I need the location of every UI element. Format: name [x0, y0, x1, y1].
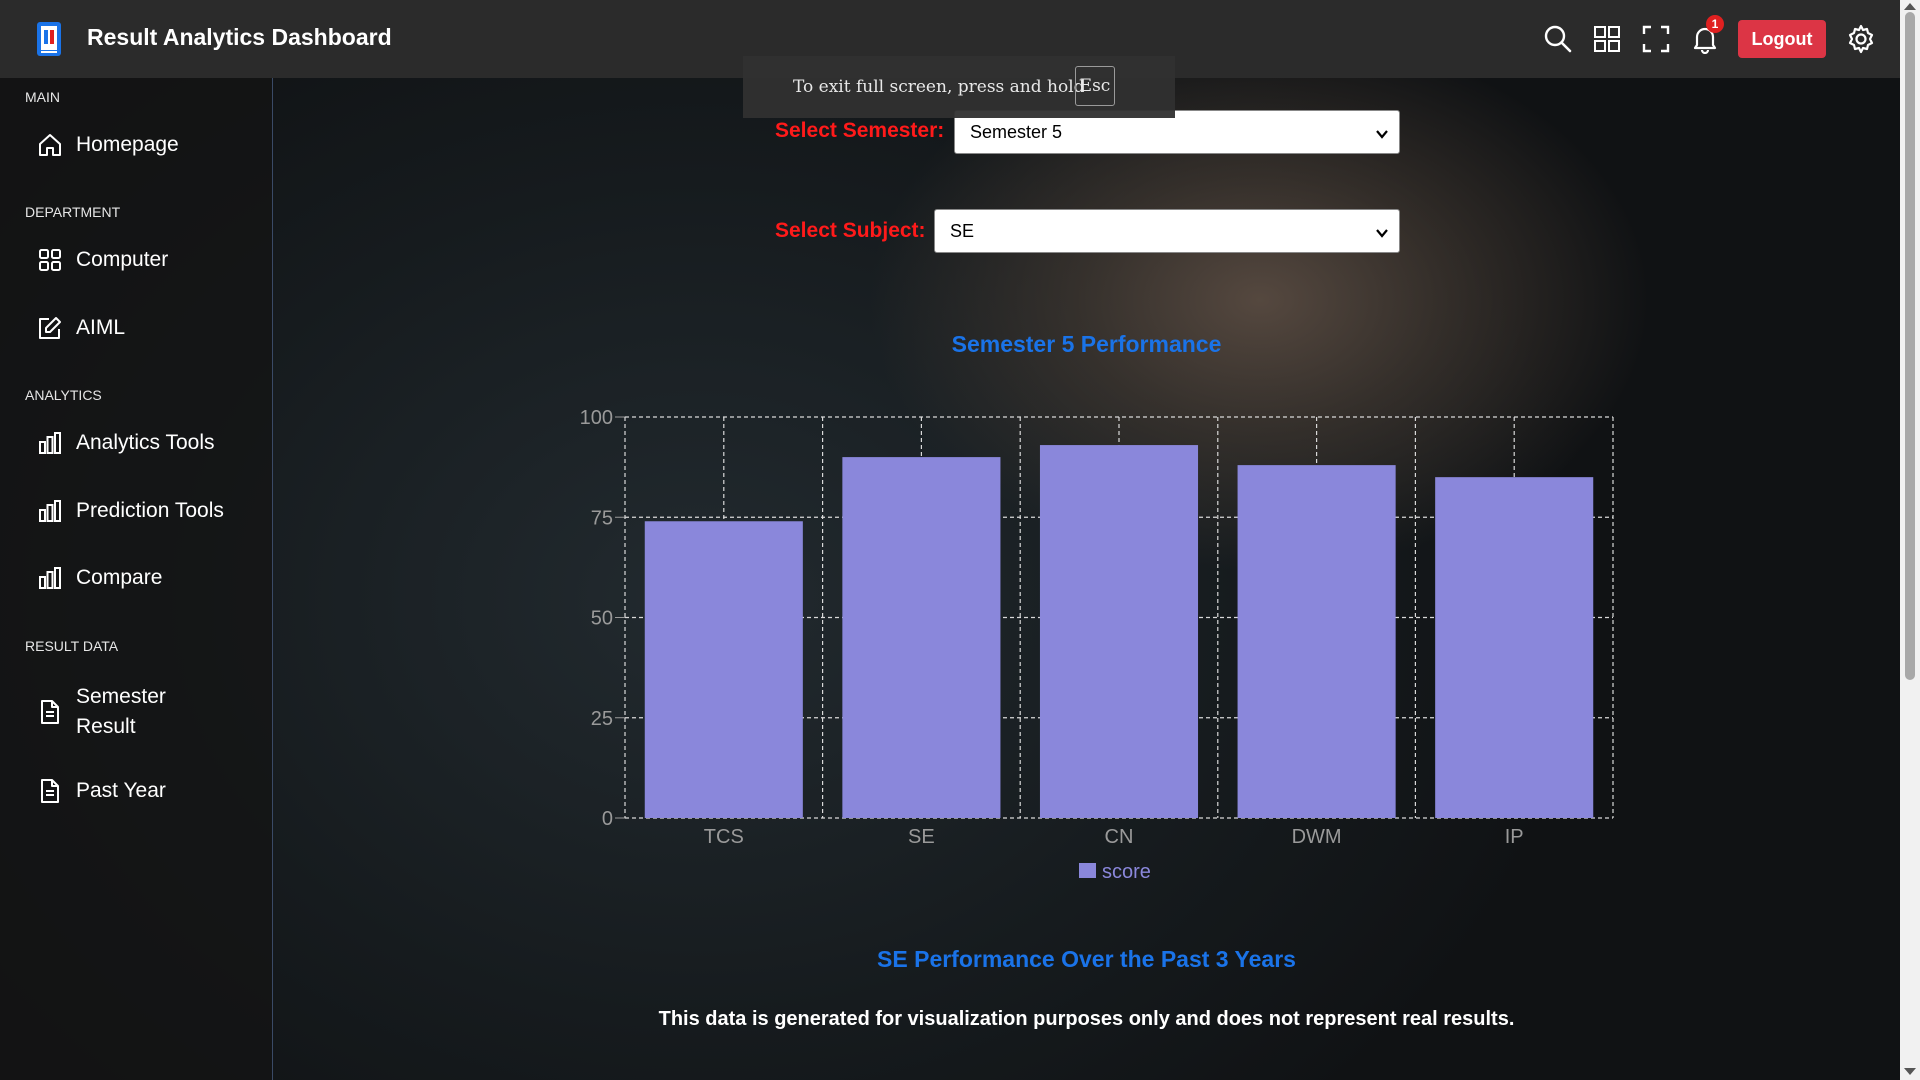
- document-icon: [41, 700, 59, 724]
- y-tick-label: 50: [591, 608, 613, 630]
- section-title-analytics: ANALYTICS: [25, 387, 102, 403]
- x-tick-label: SE: [908, 826, 935, 848]
- bar-chart-icon: [39, 500, 61, 522]
- bar-dwm: [1237, 465, 1396, 818]
- sidebar-item-label: Computer: [76, 248, 169, 271]
- document-icon: [41, 779, 59, 803]
- sidebar-item-analytics-tools[interactable]: Analytics Tools: [37, 430, 215, 456]
- page-scrollbar[interactable]: [1900, 0, 1920, 1080]
- bar-chart: 0 25 50 75 100 TCS SE CN DWM IP score: [580, 407, 1614, 883]
- section-title-department: DEPARTMENT: [25, 204, 121, 220]
- x-tick-label: DWM: [1292, 826, 1342, 848]
- scroll-up-arrow-icon[interactable]: [1904, 3, 1916, 10]
- sidebar-item-label-group: Semester Result: [76, 682, 166, 742]
- scroll-down-arrow-icon[interactable]: [1904, 1068, 1916, 1075]
- notification-badge: 1: [1706, 15, 1724, 33]
- scroll-thumb[interactable]: [1905, 12, 1915, 680]
- search-icon[interactable]: [1543, 24, 1573, 54]
- home-icon: [39, 134, 61, 156]
- section-title-result-data: RESULT DATA: [25, 638, 119, 654]
- y-tick-label: 25: [591, 708, 613, 730]
- y-tick-label: 0: [602, 808, 613, 830]
- bar-chart-icon: [39, 432, 61, 454]
- semester-select-label: Select Semester:: [775, 119, 945, 142]
- chevron-down-icon: [1376, 130, 1388, 139]
- disclaimer-text: This data is generated for visualization…: [658, 1008, 1515, 1030]
- esc-key: Esc: [1075, 66, 1115, 106]
- x-tick-label: IP: [1505, 826, 1524, 848]
- x-tick-label: TCS: [704, 826, 744, 848]
- subject-select-value: SE: [950, 221, 975, 241]
- subject-select[interactable]: SE: [934, 209, 1400, 253]
- fullscreen-toast-text: To exit full screen, press and hold: [793, 77, 1085, 97]
- app-title: Result Analytics Dashboard: [87, 24, 392, 50]
- gear-icon[interactable]: [1846, 24, 1876, 54]
- x-tick-label: CN: [1105, 826, 1134, 848]
- semester-select-value: Semester 5: [970, 122, 1063, 142]
- bar-chart-icon: [39, 567, 61, 589]
- apps-grid-icon[interactable]: [1592, 24, 1622, 54]
- fullscreen-icon[interactable]: [1641, 24, 1671, 54]
- sidebar-item-label: Past Year: [76, 779, 166, 802]
- sidebar-item-computer[interactable]: Computer: [37, 247, 168, 273]
- app-logo-icon: [37, 22, 61, 56]
- sidebar-item-label: Analytics Tools: [76, 431, 215, 454]
- sidebar-item-homepage[interactable]: Homepage: [37, 132, 179, 158]
- sidebar-item-semester-result[interactable]: Semester Result: [37, 682, 166, 742]
- bar-se: [842, 457, 1001, 818]
- legend-swatch: [1079, 863, 1096, 878]
- sidebar-item-label-line2: Result: [76, 715, 136, 738]
- bar-cn: [1039, 445, 1199, 818]
- sidebar-item-label: Compare: [76, 566, 163, 589]
- chevron-down-icon: [1376, 229, 1388, 238]
- sidebar-item-past-year[interactable]: Past Year: [37, 778, 166, 804]
- sidebar-item-label: Semester: [76, 685, 166, 708]
- sidebar: MAIN Homepage DEPARTMENT Computer AIML A…: [0, 78, 273, 1080]
- section-title-main: MAIN: [25, 89, 60, 105]
- y-tick-label: 100: [580, 407, 613, 429]
- fullscreen-exit-toast: To exit full screen, press and hold Esc: [743, 56, 1175, 118]
- subject-select-label: Select Subject:: [775, 219, 926, 242]
- bar-tcs: [644, 521, 803, 818]
- bar-ip: [1435, 477, 1594, 818]
- grid-icon: [39, 249, 61, 271]
- sidebar-item-label: Homepage: [76, 133, 179, 156]
- subject-performance-heading: SE Performance Over the Past 3 Years: [877, 946, 1296, 972]
- legend-label-score: score: [1102, 861, 1151, 883]
- sidebar-item-compare[interactable]: Compare: [37, 565, 162, 591]
- sidebar-item-label: Prediction Tools: [76, 499, 224, 522]
- y-tick-label: 75: [591, 507, 613, 529]
- sidebar-item-prediction-tools[interactable]: Prediction Tools: [37, 498, 224, 524]
- chart-title: Semester 5 Performance: [951, 331, 1222, 357]
- logout-button[interactable]: Logout: [1738, 20, 1826, 58]
